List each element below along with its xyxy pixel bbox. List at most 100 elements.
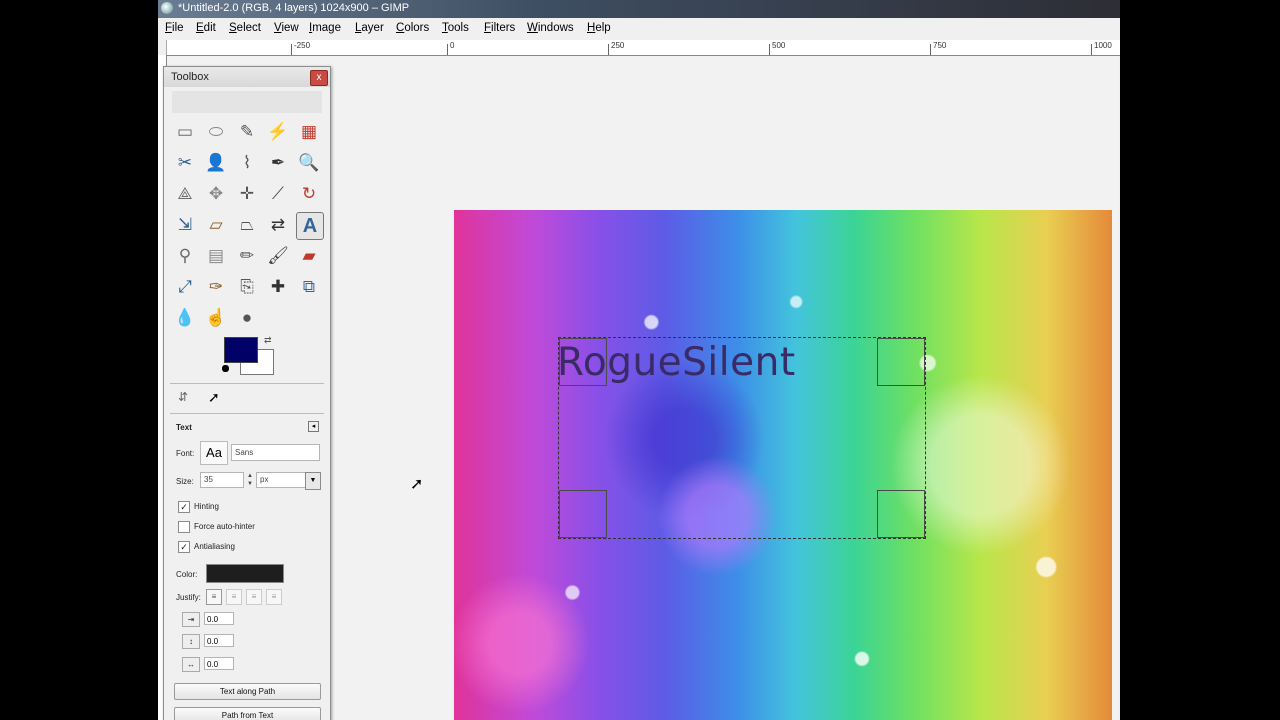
perspective-clone-tool-icon[interactable]: ⧉	[296, 274, 322, 300]
resize-handle-top-right[interactable]	[877, 338, 925, 386]
select-by-color-tool-icon[interactable]: ▦	[296, 119, 322, 145]
menu-tools[interactable]: Tools	[442, 22, 469, 34]
indent-input[interactable]: 0.0	[204, 612, 234, 625]
ruler-tick	[1091, 44, 1092, 55]
pencil-tool-icon[interactable]: ✏	[234, 243, 260, 269]
ruler-tick	[930, 44, 931, 55]
justify-center-button[interactable]: ≡	[246, 589, 262, 605]
chevron-down-icon[interactable]: ▼	[305, 472, 321, 490]
justify-label: Justify:	[176, 593, 201, 602]
justify-fill-button[interactable]: ≡	[266, 589, 282, 605]
size-input[interactable]: 35	[200, 472, 244, 488]
menu-file[interactable]: File	[165, 22, 184, 34]
screen-border-right	[1120, 0, 1280, 720]
cage-transform-tool-icon[interactable]: ⚲	[172, 243, 198, 269]
menu-edit[interactable]: Edit	[196, 22, 216, 34]
menu-image[interactable]: Image	[309, 22, 341, 34]
hinting-label: Hinting	[194, 502, 219, 511]
window-title: *Untitled-2.0 (RGB, 4 layers) 1024x900 –…	[178, 2, 410, 14]
path-from-text-button[interactable]: Path from Text	[174, 707, 321, 720]
rotate-tool-icon[interactable]: ↻	[296, 181, 322, 207]
swap-colors-icon[interactable]: ⇄	[264, 335, 272, 346]
line-spacing-input[interactable]: 0.0	[204, 634, 234, 647]
menu-colors[interactable]: Colors	[396, 22, 429, 34]
scale-tool-icon[interactable]: ⇲	[172, 212, 198, 238]
shear-tool-icon[interactable]: ▱	[203, 212, 229, 238]
divider	[170, 413, 324, 414]
scissors-select-tool-icon[interactable]: ✂	[172, 150, 198, 176]
text-tool-icon[interactable]: A	[296, 212, 324, 240]
antialiasing-checkbox[interactable]: ✓	[178, 541, 190, 553]
foreground-select-tool-icon[interactable]: 👤	[203, 150, 229, 176]
move-tool-icon[interactable]: ✥	[203, 181, 229, 207]
zoom-tool-icon[interactable]: 🔍	[296, 150, 322, 176]
fuzzy-select-tool-icon[interactable]: ⚡	[265, 119, 291, 145]
close-icon[interactable]: x	[310, 70, 328, 86]
font-preview-button[interactable]: Aa	[200, 441, 228, 465]
free-select-tool-icon[interactable]: ✎	[234, 119, 260, 145]
configure-icon[interactable]: ◂	[308, 421, 319, 432]
menu-filters[interactable]: Filters	[484, 22, 515, 34]
horizontal-ruler[interactable]: -250 0 250 500 750 1000	[166, 40, 1120, 56]
text-color-button[interactable]	[206, 564, 284, 583]
screen-border-left	[0, 0, 158, 720]
ellipse-select-tool-icon[interactable]: ⬭	[203, 119, 229, 145]
resize-handle-bottom-left[interactable]	[559, 490, 607, 538]
divider	[170, 383, 324, 384]
dodge-burn-tool-icon[interactable]: ●	[234, 305, 260, 331]
reset-colors-icon[interactable]	[222, 365, 229, 372]
heal-tool-icon[interactable]: ✚	[265, 274, 291, 300]
size-spinner-icon[interactable]: ▲ ▼	[246, 472, 254, 488]
paths-tool-icon[interactable]: ⌇	[234, 150, 260, 176]
ruler-tick	[447, 44, 448, 55]
menu-select[interactable]: Select	[229, 22, 261, 34]
ruler-label: 750	[933, 41, 947, 50]
menu-help[interactable]: Help	[587, 22, 611, 34]
ruler-tick	[291, 44, 292, 55]
gimp-app-icon	[161, 2, 173, 14]
crop-tool-icon[interactable]: ⟋	[265, 181, 291, 207]
menu-layer[interactable]: Layer	[355, 22, 384, 34]
wilber-drop-area[interactable]	[172, 91, 322, 113]
blur-sharpen-tool-icon[interactable]: 💧	[172, 305, 198, 331]
perspective-tool-icon[interactable]: ⏢	[234, 212, 260, 238]
ruler-tick	[608, 44, 609, 55]
toolbox-dialog: Toolbox x ▭ ⬭ ✎ ⚡ ▦ ✂ 👤 ⌇ ✒ 🔍 ⟁ ✥ ✛ ⟋ ↻ ⇲ ▱ ⏢ ⇄ A ⚲ ▤ ✏ 🖌 ▰ ⤢ ✑ ⎘ ✚ ⧉…	[163, 66, 331, 720]
eraser-tool-icon[interactable]: ▰	[296, 243, 322, 269]
antialiasing-label: Antialiasing	[194, 542, 235, 551]
hinting-checkbox[interactable]: ✓	[178, 501, 190, 513]
airbrush-tool-icon[interactable]: ⤢	[172, 274, 198, 300]
flip-tool-icon[interactable]: ⇄	[265, 212, 291, 238]
rect-select-tool-icon[interactable]: ▭	[172, 119, 198, 145]
font-input[interactable]: Sans	[231, 444, 320, 461]
foreground-color-swatch[interactable]	[224, 337, 258, 363]
device-status-icon[interactable]: ⇵	[178, 390, 188, 404]
toolbox-titlebar[interactable]: Toolbox x	[164, 67, 330, 87]
justify-right-button[interactable]: ≡	[226, 589, 242, 605]
resize-handle-bottom-right[interactable]	[877, 490, 925, 538]
paintbrush-tool-icon[interactable]: 🖌	[265, 243, 291, 269]
image-canvas[interactable]: RogueSilent	[454, 210, 1112, 720]
align-tool-icon[interactable]: ✛	[234, 181, 260, 207]
ruler-label: 0	[450, 41, 455, 50]
window-titlebar: *Untitled-2.0 (RGB, 4 layers) 1024x900 –…	[158, 0, 1120, 18]
size-label: Size:	[176, 477, 194, 486]
menu-view[interactable]: View	[274, 22, 299, 34]
justify-left-button[interactable]: ≡	[206, 589, 222, 605]
menu-windows[interactable]: Windows	[527, 22, 574, 34]
text-along-path-button[interactable]: Text along Path	[174, 683, 321, 700]
menubar: File Edit Select View Image Layer Colors…	[158, 18, 1120, 40]
blend-tool-icon[interactable]: ▤	[203, 243, 229, 269]
ink-tool-icon[interactable]: ✑	[203, 274, 229, 300]
letter-spacing-input[interactable]: 0.0	[204, 657, 234, 670]
line-spacing-icon: ↕	[182, 634, 200, 649]
letter-spacing-icon: ↔	[182, 657, 200, 672]
pointer-icon[interactable]: ➚	[208, 389, 220, 406]
force-autohinter-checkbox[interactable]	[178, 521, 190, 533]
unit-select[interactable]: px	[256, 472, 306, 488]
color-picker-tool-icon[interactable]: ✒	[265, 150, 291, 176]
clone-tool-icon[interactable]: ⎘	[234, 274, 260, 300]
smudge-tool-icon[interactable]: ☝	[203, 305, 229, 331]
canvas-text-layer[interactable]: RogueSilent	[557, 340, 796, 385]
measure-tool-icon[interactable]: ⟁	[172, 181, 198, 207]
